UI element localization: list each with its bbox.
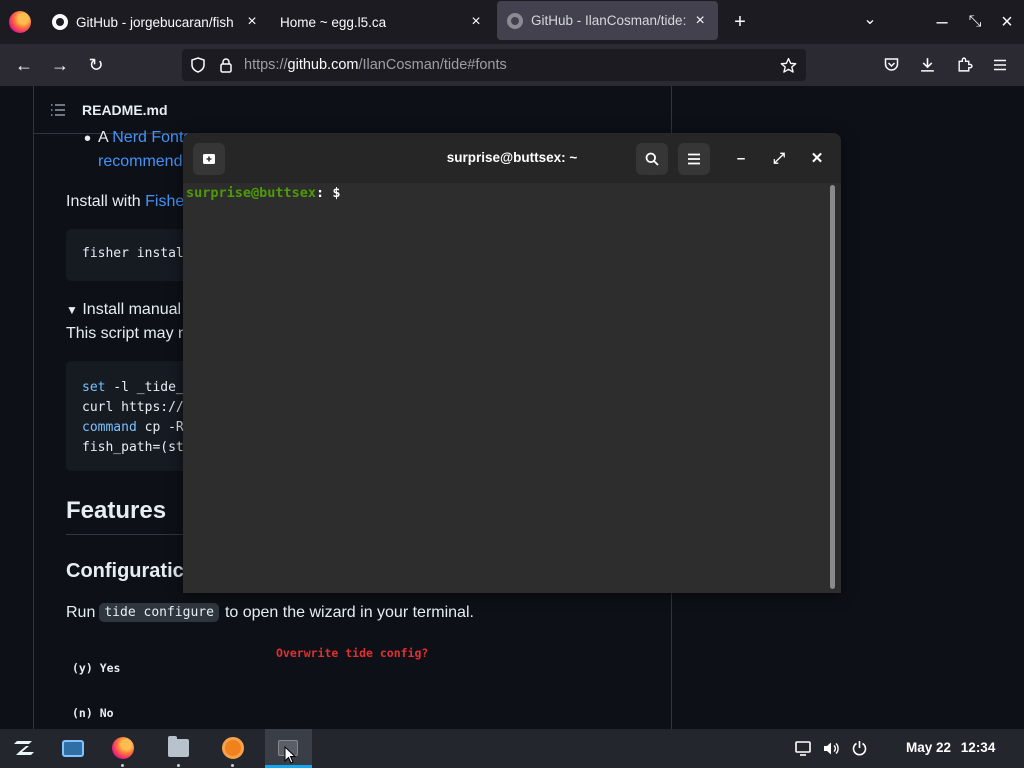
install-with-label: Install with bbox=[66, 193, 141, 210]
bullet-prefix: A bbox=[98, 129, 108, 146]
github-icon bbox=[52, 14, 68, 30]
wizard-no-option: (n) No bbox=[72, 706, 114, 720]
running-indicator bbox=[231, 764, 234, 767]
install-with-text: Install with Fisher bbox=[66, 193, 190, 211]
features-heading: Features bbox=[66, 497, 167, 524]
power-icon[interactable] bbox=[852, 740, 867, 756]
terminal-prompt[interactable]: surprise@buttsex: $ bbox=[186, 185, 340, 201]
url-host: github.com bbox=[287, 57, 359, 73]
browser-tab-bar: GitHub - jorgebucaran/fish × Home ~ egg.… bbox=[0, 0, 1024, 44]
prompt-symbol: $ bbox=[324, 185, 341, 201]
wizard-yes-option: (y) Yes bbox=[72, 661, 121, 675]
tab-close-icon[interactable]: × bbox=[692, 12, 708, 29]
terminal-search-button[interactable] bbox=[636, 143, 668, 175]
code-rest: curl https:// bbox=[82, 400, 184, 415]
search-icon bbox=[645, 152, 659, 166]
terminal-scrollbar[interactable] bbox=[830, 185, 835, 589]
new-tab-button[interactable]: + bbox=[728, 10, 752, 34]
close-window-button[interactable]: × bbox=[995, 10, 1019, 34]
readme-header: README.md bbox=[34, 86, 671, 134]
script-note: This script may n bbox=[66, 325, 187, 342]
nerd-fonts-link[interactable]: Nerd Fonts bbox=[112, 129, 191, 146]
volume-icon[interactable] bbox=[823, 741, 840, 756]
run-label: Run bbox=[66, 603, 96, 621]
display-icon[interactable] bbox=[795, 741, 811, 756]
running-indicator bbox=[121, 764, 124, 767]
clock-time: 12:34 bbox=[960, 740, 996, 755]
code-keyword: command bbox=[82, 420, 137, 435]
tab-tide[interactable]: GitHub - IlanCosman/tide: × bbox=[497, 1, 718, 40]
files-icon[interactable] bbox=[168, 736, 189, 757]
mouse-cursor-icon bbox=[284, 746, 296, 764]
code-rest: fish_path=(st bbox=[82, 440, 184, 455]
outline-list-icon[interactable] bbox=[50, 103, 66, 117]
install-manually-summary[interactable]: ▼ Install manual bbox=[66, 301, 181, 319]
clock-date: May 22 bbox=[906, 740, 952, 755]
terminal-header-bar[interactable]: surprise@buttsex: ~ – ⤢ ✕ bbox=[183, 133, 841, 183]
configuration-heading: Configuratic bbox=[66, 560, 184, 582]
browser-nav-bar: ← → ↻ https://github.com/IlanCosman/tide… bbox=[0, 44, 1024, 86]
firefox-icon[interactable] bbox=[112, 737, 134, 759]
run-tide-configure-text: Run tide configure to open the wizard in… bbox=[66, 603, 474, 622]
workspaces-icon[interactable] bbox=[62, 740, 84, 757]
taskbar: May 22 12:34 bbox=[0, 729, 1024, 768]
terminal-close-button[interactable]: ✕ bbox=[805, 147, 829, 171]
code-rest: cp -R bbox=[136, 420, 184, 435]
tab-title: Home ~ egg.l5.ca bbox=[280, 14, 387, 30]
code-line: curl https:// bbox=[82, 398, 184, 418]
minimize-window-button[interactable]: – bbox=[930, 10, 954, 34]
terminal-menu-button[interactable] bbox=[678, 143, 710, 175]
disclosure-triangle-icon: ▼ bbox=[66, 303, 78, 317]
software-icon[interactable] bbox=[222, 737, 244, 759]
terminal-maximize-button[interactable]: ⤢ bbox=[767, 147, 791, 171]
code-rest: -l _tide_ bbox=[105, 380, 184, 395]
tab-egg[interactable]: Home ~ egg.l5.ca × bbox=[270, 0, 498, 44]
readme-title: README.md bbox=[82, 102, 168, 118]
lock-icon[interactable] bbox=[218, 57, 234, 73]
prompt-user-host: surprise@buttsex bbox=[186, 185, 317, 201]
github-icon bbox=[507, 12, 523, 29]
url-bar[interactable]: https://github.com/IlanCosman/tide#fonts bbox=[182, 49, 806, 81]
menu-icon[interactable] bbox=[992, 57, 1008, 73]
zorin-menu-icon[interactable] bbox=[12, 739, 36, 757]
tab-close-icon[interactable]: × bbox=[468, 14, 484, 30]
code-line: fish_path=(st bbox=[82, 438, 184, 458]
tide-configure-code: tide configure bbox=[99, 603, 219, 622]
bullet-dot: • bbox=[84, 128, 92, 150]
bullet-text: A Nerd Fonts bbox=[98, 129, 191, 147]
hamburger-icon bbox=[688, 153, 700, 165]
code-line: set -l _tide_ bbox=[82, 378, 184, 398]
running-indicator bbox=[177, 764, 180, 767]
tab-fisher[interactable]: GitHub - jorgebucaran/fish × bbox=[42, 0, 270, 44]
install-code-lines: set -l _tide_ curl https:// command cp -… bbox=[82, 378, 184, 458]
folder-tab bbox=[168, 736, 177, 740]
install-manually-label: Install manual bbox=[82, 301, 182, 318]
wizard-overwrite-prompt: Overwrite tide config? bbox=[276, 646, 429, 660]
prompt-separator: : bbox=[316, 185, 325, 201]
shield-icon[interactable] bbox=[190, 57, 206, 73]
extensions-icon[interactable] bbox=[956, 56, 973, 73]
url-path: /IlanCosman/tide#fonts bbox=[358, 57, 507, 73]
clock[interactable]: May 22 12:34 bbox=[906, 740, 995, 755]
back-button[interactable]: ← bbox=[12, 53, 36, 77]
run-rest-text: to open the wizard in your terminal. bbox=[224, 603, 474, 621]
fisher-code-line: fisher install bbox=[82, 246, 192, 261]
code-keyword: set bbox=[82, 380, 106, 395]
pocket-icon[interactable] bbox=[883, 57, 900, 73]
tab-title: GitHub - jorgebucaran/fish bbox=[76, 14, 234, 30]
terminal-window[interactable]: surprise@buttsex: ~ – ⤢ ✕ surprise@butts… bbox=[183, 133, 841, 593]
terminal-minimize-button[interactable]: – bbox=[729, 147, 753, 171]
bookmark-star-icon[interactable] bbox=[780, 57, 797, 74]
download-icon[interactable] bbox=[919, 56, 936, 73]
code-line: command cp -R bbox=[82, 418, 184, 438]
tab-list-button[interactable]: ⌄ bbox=[858, 8, 882, 32]
url-text[interactable]: https://github.com/IlanCosman/tide#fonts bbox=[244, 57, 507, 73]
url-prefix: https:// bbox=[244, 57, 288, 73]
forward-button[interactable]: → bbox=[48, 53, 72, 77]
firefox-logo-icon bbox=[9, 11, 31, 33]
tab-close-icon[interactable]: × bbox=[244, 14, 260, 30]
tab-title: GitHub - IlanCosman/tide: bbox=[531, 13, 687, 28]
reload-button[interactable]: ↻ bbox=[84, 53, 108, 77]
restore-window-button[interactable]: ⤡ bbox=[963, 10, 987, 34]
